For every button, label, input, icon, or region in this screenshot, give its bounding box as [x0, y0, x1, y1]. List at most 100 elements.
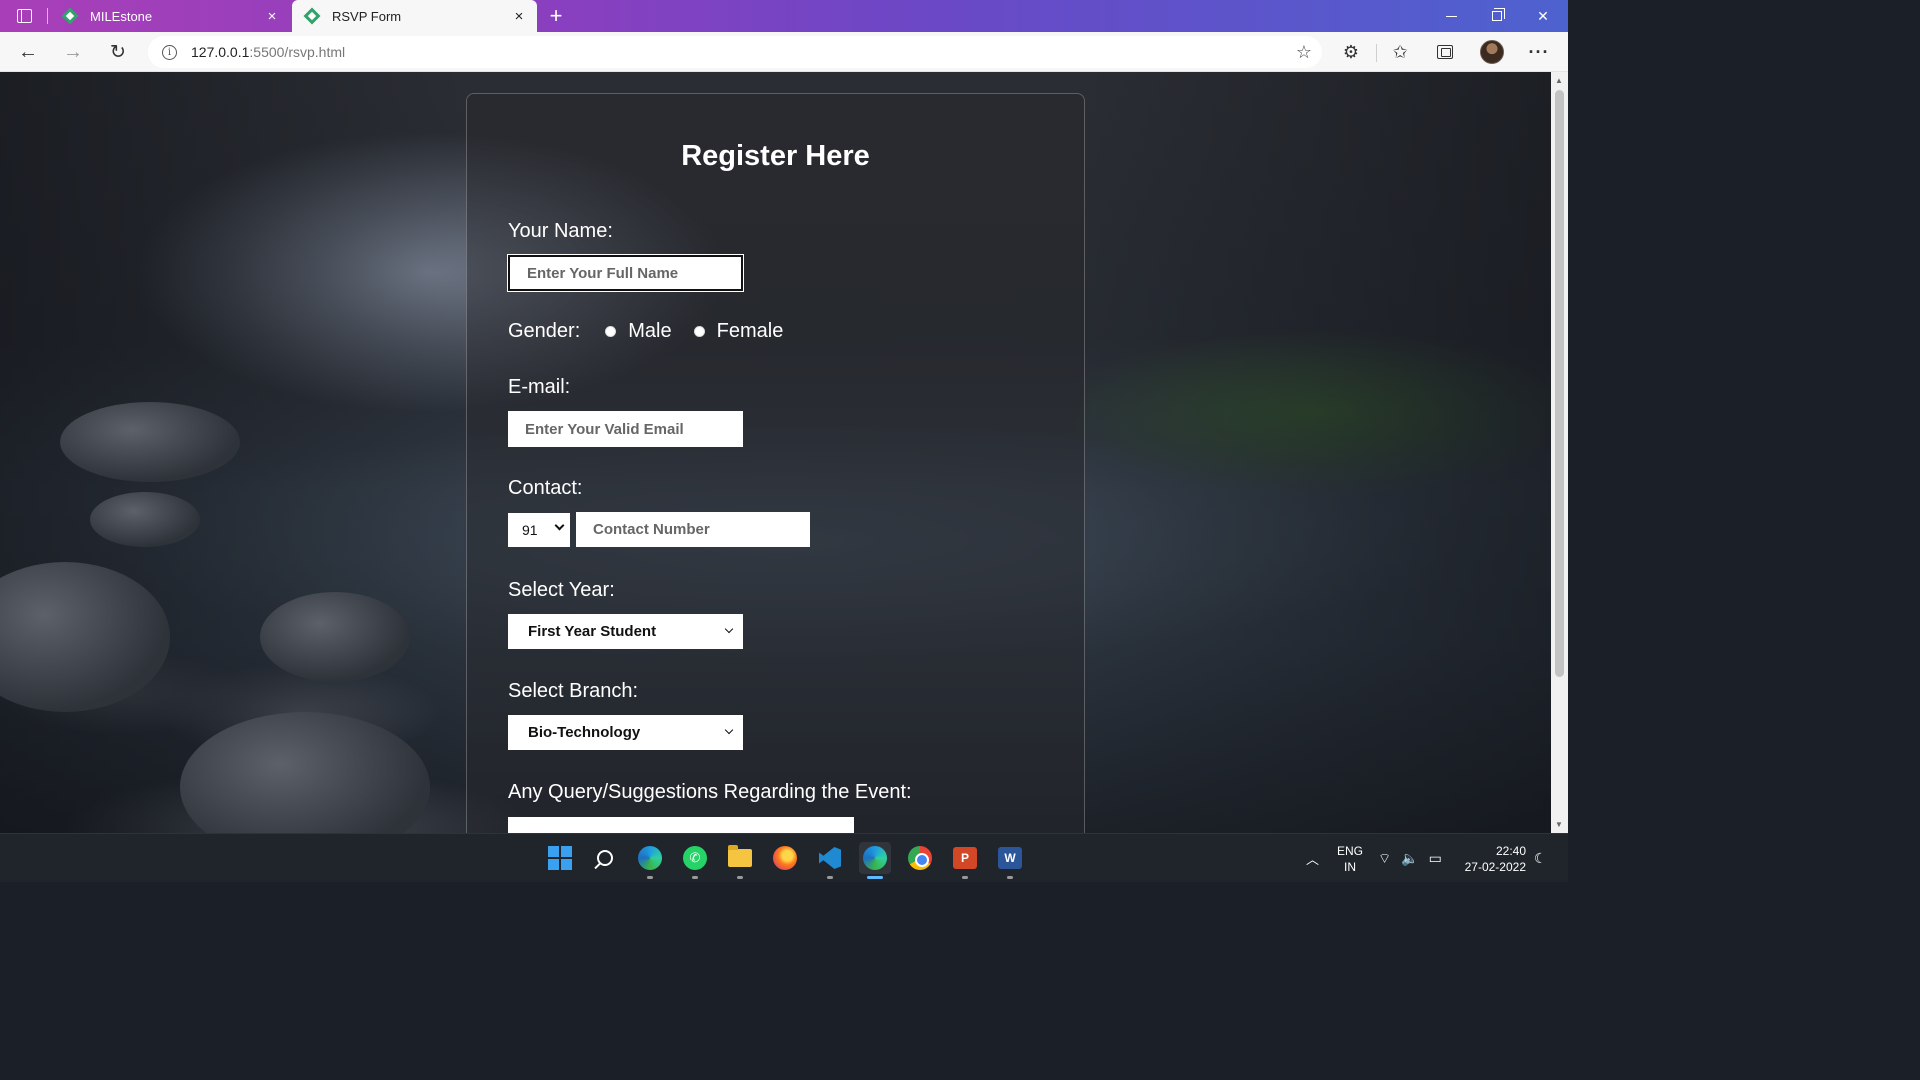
forward-button[interactable]: →	[57, 36, 89, 68]
chevron-up-icon: ︿	[1306, 852, 1320, 867]
gender-female-radio[interactable]	[693, 326, 705, 337]
taskbar-file-explorer[interactable]	[724, 842, 756, 879]
register-form-card: Register Here Your Name: Enter Your Full…	[466, 93, 1085, 833]
branch-label: Select Branch:	[508, 680, 639, 702]
url-host: 127.0.0.1	[191, 44, 250, 60]
collections-button[interactable]	[1429, 36, 1461, 68]
page-viewport: Register Here Your Name: Enter Your Full…	[0, 72, 1551, 833]
query-label: Any Query/Suggestions Regarding the Even…	[508, 781, 912, 803]
scroll-up-icon[interactable]: ▲	[1555, 76, 1563, 85]
branch-select-value: Bio-Technology	[528, 724, 641, 741]
edge-icon	[638, 846, 662, 870]
tab-actions-button[interactable]	[6, 4, 42, 28]
name-input[interactable]: Enter Your Full Name	[507, 254, 744, 292]
url-text[interactable]: 127.0.0.1:5500/rsvp.html	[191, 44, 345, 60]
restore-icon	[1492, 8, 1505, 21]
taskbar-edge[interactable]	[634, 842, 666, 879]
gender-male-radio[interactable]	[605, 326, 617, 337]
forward-icon: →	[63, 40, 83, 63]
system-tray-icons[interactable]: ⌔ 🔈 ▭	[1378, 834, 1442, 883]
word-icon: W	[998, 847, 1022, 869]
tab-divider	[47, 8, 48, 24]
back-button[interactable]: ←	[12, 36, 44, 68]
address-bar[interactable]: i 127.0.0.1:5500/rsvp.html ☆	[148, 36, 1322, 68]
year-select[interactable]: First Year Student	[508, 614, 743, 649]
firefox-icon	[773, 846, 797, 870]
tab-label: MILEstone	[90, 8, 153, 24]
country-code-select[interactable]: 91	[508, 513, 570, 547]
background-rock	[260, 592, 410, 682]
taskbar-edge-dev[interactable]	[859, 842, 891, 879]
scroll-down-icon[interactable]: ▼	[1555, 820, 1563, 829]
reload-icon: ↻	[110, 41, 126, 63]
profile-button[interactable]	[1476, 36, 1508, 68]
site-favicon-icon	[61, 7, 79, 25]
branch-select[interactable]: Bio-Technology	[508, 715, 743, 750]
taskbar-word[interactable]: W	[994, 842, 1026, 879]
taskbar-chrome[interactable]	[904, 842, 936, 874]
tab-label: RSVP Form	[332, 8, 402, 24]
name-placeholder: Enter Your Full Name	[527, 264, 679, 282]
chrome-icon	[908, 846, 932, 870]
page-scrollbar[interactable]: ▲ ▼	[1551, 72, 1568, 833]
favorites-button[interactable]: ✩	[1384, 36, 1416, 68]
profile-avatar	[1480, 40, 1504, 64]
restore-button[interactable]	[1474, 0, 1520, 32]
scrollbar-thumb[interactable]	[1555, 90, 1564, 677]
new-tab-button[interactable]: +	[545, 3, 567, 29]
contact-placeholder: Contact Number	[593, 521, 710, 538]
gender-female-label[interactable]: Female	[717, 320, 784, 343]
add-favorite-icon[interactable]: ☆	[1296, 42, 1312, 63]
email-input[interactable]: Enter Your Valid Email	[508, 411, 743, 447]
taskbar-whatsapp[interactable]: ✆	[679, 842, 711, 879]
taskbar-search-button[interactable]	[589, 842, 621, 874]
close-window-button[interactable]: ✕	[1520, 0, 1566, 32]
tab-rsvp-form[interactable]: RSVP Form ×	[292, 0, 537, 32]
region-code: IN	[1344, 859, 1356, 874]
language-code: ENG	[1336, 843, 1363, 858]
taskbar-clock[interactable]: 22:40 27-02-2022	[1458, 834, 1526, 883]
language-indicator[interactable]: ENG IN	[1336, 834, 1364, 883]
chevron-down-icon	[554, 520, 565, 531]
back-icon: ←	[18, 40, 38, 63]
taskbar-vscode[interactable]	[814, 842, 846, 879]
search-icon	[597, 850, 613, 866]
focus-assist-button[interactable]: ☾	[1534, 834, 1547, 883]
extensions-button[interactable]: ⚙	[1335, 36, 1367, 68]
gender-label: Gender:	[508, 320, 581, 342]
minimize-button[interactable]	[1428, 0, 1474, 32]
more-button[interactable]: ···	[1523, 36, 1555, 68]
tab-close-icon[interactable]: ×	[511, 8, 527, 25]
edge-dev-icon	[863, 846, 887, 870]
gender-male-label[interactable]: Male	[628, 320, 671, 343]
browser-titlebar: MILEstone × RSVP Form × + ✕	[0, 0, 1568, 32]
query-textarea[interactable]	[508, 817, 854, 833]
info-icon[interactable]: i	[162, 44, 177, 60]
collections-icon	[1437, 45, 1453, 59]
toolbar-divider	[1376, 44, 1377, 62]
show-hidden-icons-button[interactable]: ︿	[1306, 834, 1319, 883]
favorites-icon: ✩	[1392, 41, 1408, 62]
site-favicon-icon	[303, 7, 321, 25]
chevron-down-icon	[724, 725, 734, 735]
chevron-down-icon	[724, 624, 734, 634]
whatsapp-icon: ✆	[683, 846, 707, 870]
taskbar-powerpoint[interactable]: P	[949, 842, 981, 879]
start-button[interactable]	[544, 842, 576, 874]
reload-button[interactable]: ↻	[102, 36, 134, 68]
taskbar-firefox[interactable]	[769, 842, 801, 874]
moon-icon: ☾	[1534, 850, 1547, 866]
form-title: Register Here	[681, 140, 870, 172]
tab-close-icon[interactable]: ×	[264, 8, 280, 25]
close-icon: ✕	[1537, 7, 1549, 24]
browser-toolbar: ← → ↻ i 127.0.0.1:5500/rsvp.html ☆ ⚙ ✩ ·…	[0, 32, 1568, 72]
year-select-value: First Year Student	[528, 623, 657, 640]
name-label: Your Name:	[508, 220, 613, 242]
contact-number-input[interactable]: Contact Number	[576, 512, 810, 547]
gender-row: Gender: Male Female	[508, 320, 783, 343]
windows-taskbar: ✆ P W ︿ ENG IN ⌔ 🔈 ▭ 22:40 27-02-2022 ☾	[0, 833, 1568, 882]
url-path: :5500/rsvp.html	[249, 44, 346, 60]
contact-label: Contact:	[508, 477, 583, 499]
background-rock	[60, 402, 240, 482]
tab-milestone[interactable]: MILEstone ×	[50, 0, 290, 32]
